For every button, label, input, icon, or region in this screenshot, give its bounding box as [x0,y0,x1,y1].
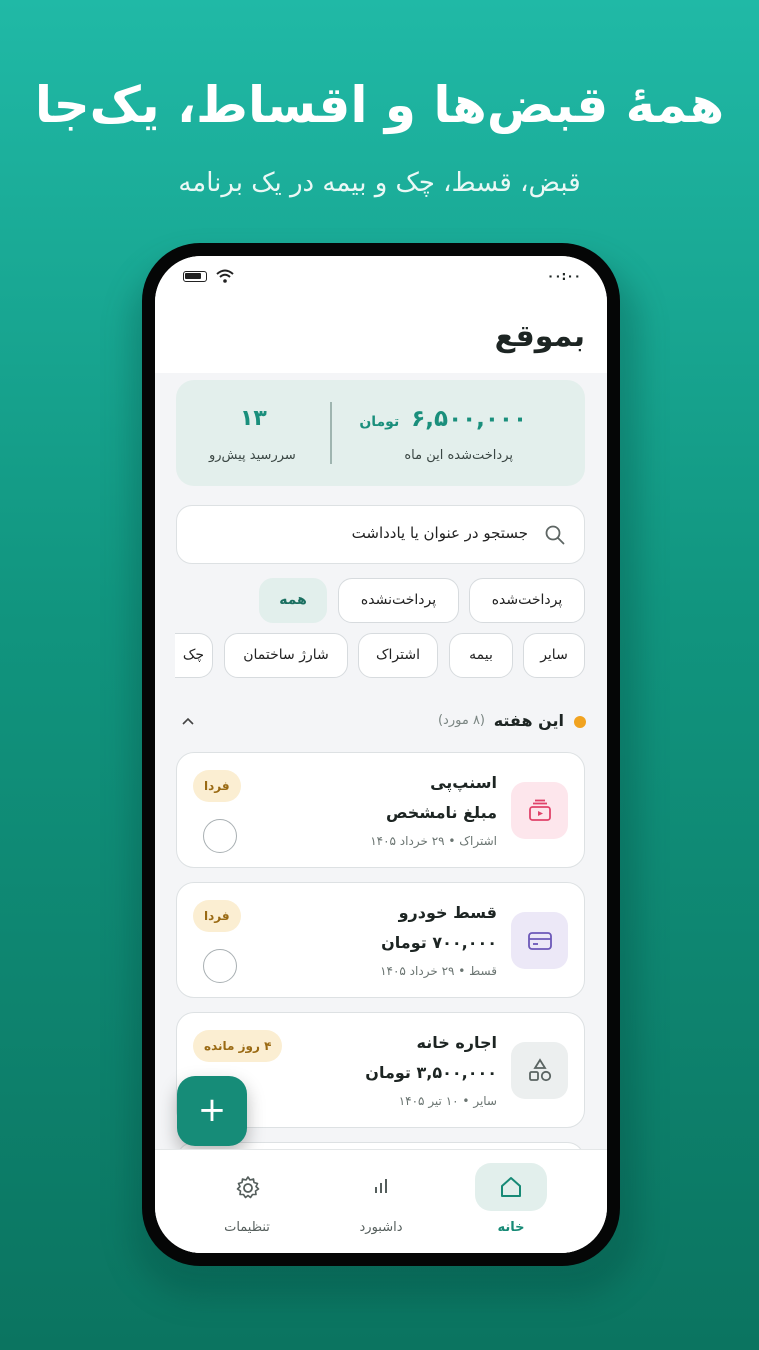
nav-settings-label: تنظیمات [224,1220,270,1235]
bottom-nav: خانه داشبورد تنظیمات [155,1149,607,1253]
home-icon [501,1177,521,1197]
chart-icon [375,1179,387,1193]
due-badge: فردا [193,900,241,932]
app-title: بموقع [494,319,585,354]
card-icon-box [511,912,568,969]
search-placeholder: جستجو در عنوان یا یادداشت [351,524,528,542]
paid-amount-unit: تومان [359,414,400,430]
paid-amount: ۶,۵۰۰,۰۰۰ تومان [359,406,527,432]
due-badge: ۴ روز مانده [193,1030,283,1062]
section-count: (۸ مورد) [437,713,485,728]
card-amount: ۷۰۰,۰۰۰ تومان [381,933,497,952]
search-input[interactable]: جستجو در عنوان یا یادداشت [176,505,585,564]
app-screen: ۰۰:۰۰ بموقع ۶,۵۰۰,۰۰۰ تومان پرداخت‌شده ا… [155,256,607,1253]
section-dot [574,716,586,728]
nav-home-pill [475,1163,547,1211]
hero-title: همهٔ قبض‌ها و اقساط، یک‌جا [34,76,725,134]
filter-paid[interactable]: پرداخت‌شده [469,578,585,623]
card-amount: مبلغ نامشخص [385,803,497,822]
nav-settings[interactable]: تنظیمات [200,1150,310,1253]
chevron-up-icon[interactable] [181,716,195,726]
category-subscription[interactable]: اشتراک [358,633,438,678]
pay-checkbox[interactable] [203,819,237,853]
summary-card: ۶,۵۰۰,۰۰۰ تومان پرداخت‌شده این ماه ۱۳ سر… [176,380,585,486]
nav-dashboard-pill [345,1163,417,1211]
card-title: اسنپ‌پی [430,773,497,792]
nav-home[interactable]: خانه [464,1150,574,1253]
filter-unpaid[interactable]: پرداخت‌نشده [338,578,459,623]
battery-icon [183,271,207,282]
paid-amount-value: ۶,۵۰۰,۰۰۰ [411,406,527,432]
pay-checkbox[interactable] [203,949,237,983]
nav-dashboard-label: داشبورد [359,1220,403,1235]
upcoming-count: ۱۳ [240,406,267,431]
summary-divider [330,402,332,464]
category-insurance[interactable]: بیمه [449,633,513,678]
card-meta: سایر • ۱۰ تیر ۱۴۰۵ [398,1094,497,1108]
nav-settings-pill [211,1163,283,1211]
due-badge: فردا [193,770,241,802]
card-icon [528,932,552,950]
card-title: اجاره خانه [416,1033,498,1052]
category-other[interactable]: سایر [523,633,585,678]
app-bar: بموقع [155,301,607,373]
search-icon [545,525,565,545]
card-icon-box [511,1042,568,1099]
nav-dashboard[interactable]: داشبورد [334,1150,444,1253]
wifi-icon [216,269,234,283]
paid-label: پرداخت‌شده این ماه [404,448,513,463]
category-cheque[interactable]: چک [175,633,213,678]
status-time: ۰۰:۰۰ [546,269,581,283]
status-bar: ۰۰:۰۰ [155,256,607,301]
section-title: این هفته [493,711,564,730]
card-meta: قسط • ۲۹ خرداد ۱۴۰۵ [380,964,497,978]
upcoming-label: سررسید پیش‌رو [209,448,296,463]
category-building-charge[interactable]: شارژ ساختمان [224,633,348,678]
card-meta: اشتراک • ۲۹ خرداد ۱۴۰۵ [370,834,497,848]
card-title: قسط خودرو [398,903,497,922]
bill-card[interactable]: قسط خودرو ۷۰۰,۰۰۰ تومان قسط • ۲۹ خرداد ۱… [176,882,585,998]
nav-home-label: خانه [497,1220,525,1235]
phone-frame: ۰۰:۰۰ بموقع ۶,۵۰۰,۰۰۰ تومان پرداخت‌شده ا… [142,243,620,1266]
add-bill-button[interactable]: + [177,1076,247,1146]
bill-card[interactable]: اسنپ‌پی مبلغ نامشخص اشتراک • ۲۹ خرداد ۱۴… [176,752,585,868]
card-amount: ۳,۵۰۰,۰۰۰ تومان [365,1063,497,1082]
subscription-icon [529,799,551,821]
card-icon-box [511,782,568,839]
filter-all[interactable]: همه [259,578,327,623]
gear-icon [236,1176,260,1199]
hero-subtitle: قبض، قسط، چک و بیمه در یک برنامه [178,168,581,198]
shapes-icon [529,1058,552,1082]
